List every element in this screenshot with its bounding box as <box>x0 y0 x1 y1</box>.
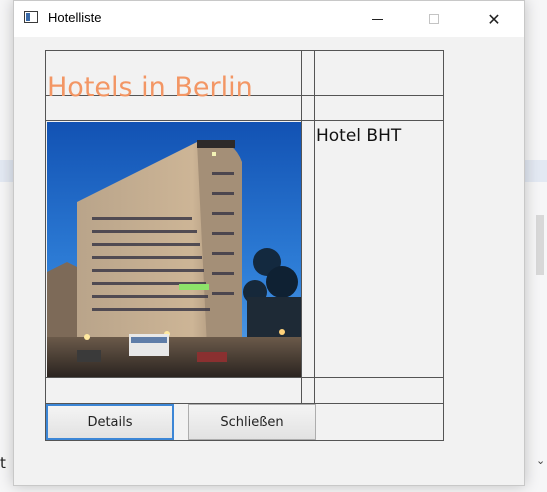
background-text: t <box>0 454 6 472</box>
page-title: Hotels in Berlin <box>47 72 253 104</box>
title-bar[interactable]: Hotelliste ✕ <box>14 1 524 37</box>
maximize-icon <box>429 14 439 24</box>
minimize-icon <box>371 18 383 20</box>
minimize-button[interactable] <box>354 1 400 37</box>
grid-line <box>45 440 444 441</box>
window-title: Hotelliste <box>48 10 102 25</box>
close-icon: ✕ <box>487 9 501 29</box>
grid-line <box>45 377 444 378</box>
app-window: Hotelliste ✕ Hotels in Berlin Hotel BHT <box>13 0 525 486</box>
close-window-button[interactable]: ✕ <box>471 1 517 37</box>
maximize-button[interactable] <box>411 1 457 37</box>
grid-line <box>45 50 46 441</box>
grid-line <box>443 50 444 441</box>
grid-line <box>45 120 444 121</box>
close-button[interactable]: Schließen <box>188 404 316 440</box>
details-button[interactable]: Details <box>46 404 174 440</box>
chevron-down-icon: ⌄ <box>536 454 546 467</box>
hotel-name-label: Hotel BHT <box>316 126 402 146</box>
background-scrollbar <box>536 215 544 275</box>
grid-line <box>314 50 315 441</box>
hotel-photo <box>47 122 301 377</box>
grid-line <box>301 50 302 404</box>
grid-line <box>45 50 444 51</box>
app-icon <box>24 11 38 23</box>
hotel-photo-illustration <box>47 122 301 377</box>
